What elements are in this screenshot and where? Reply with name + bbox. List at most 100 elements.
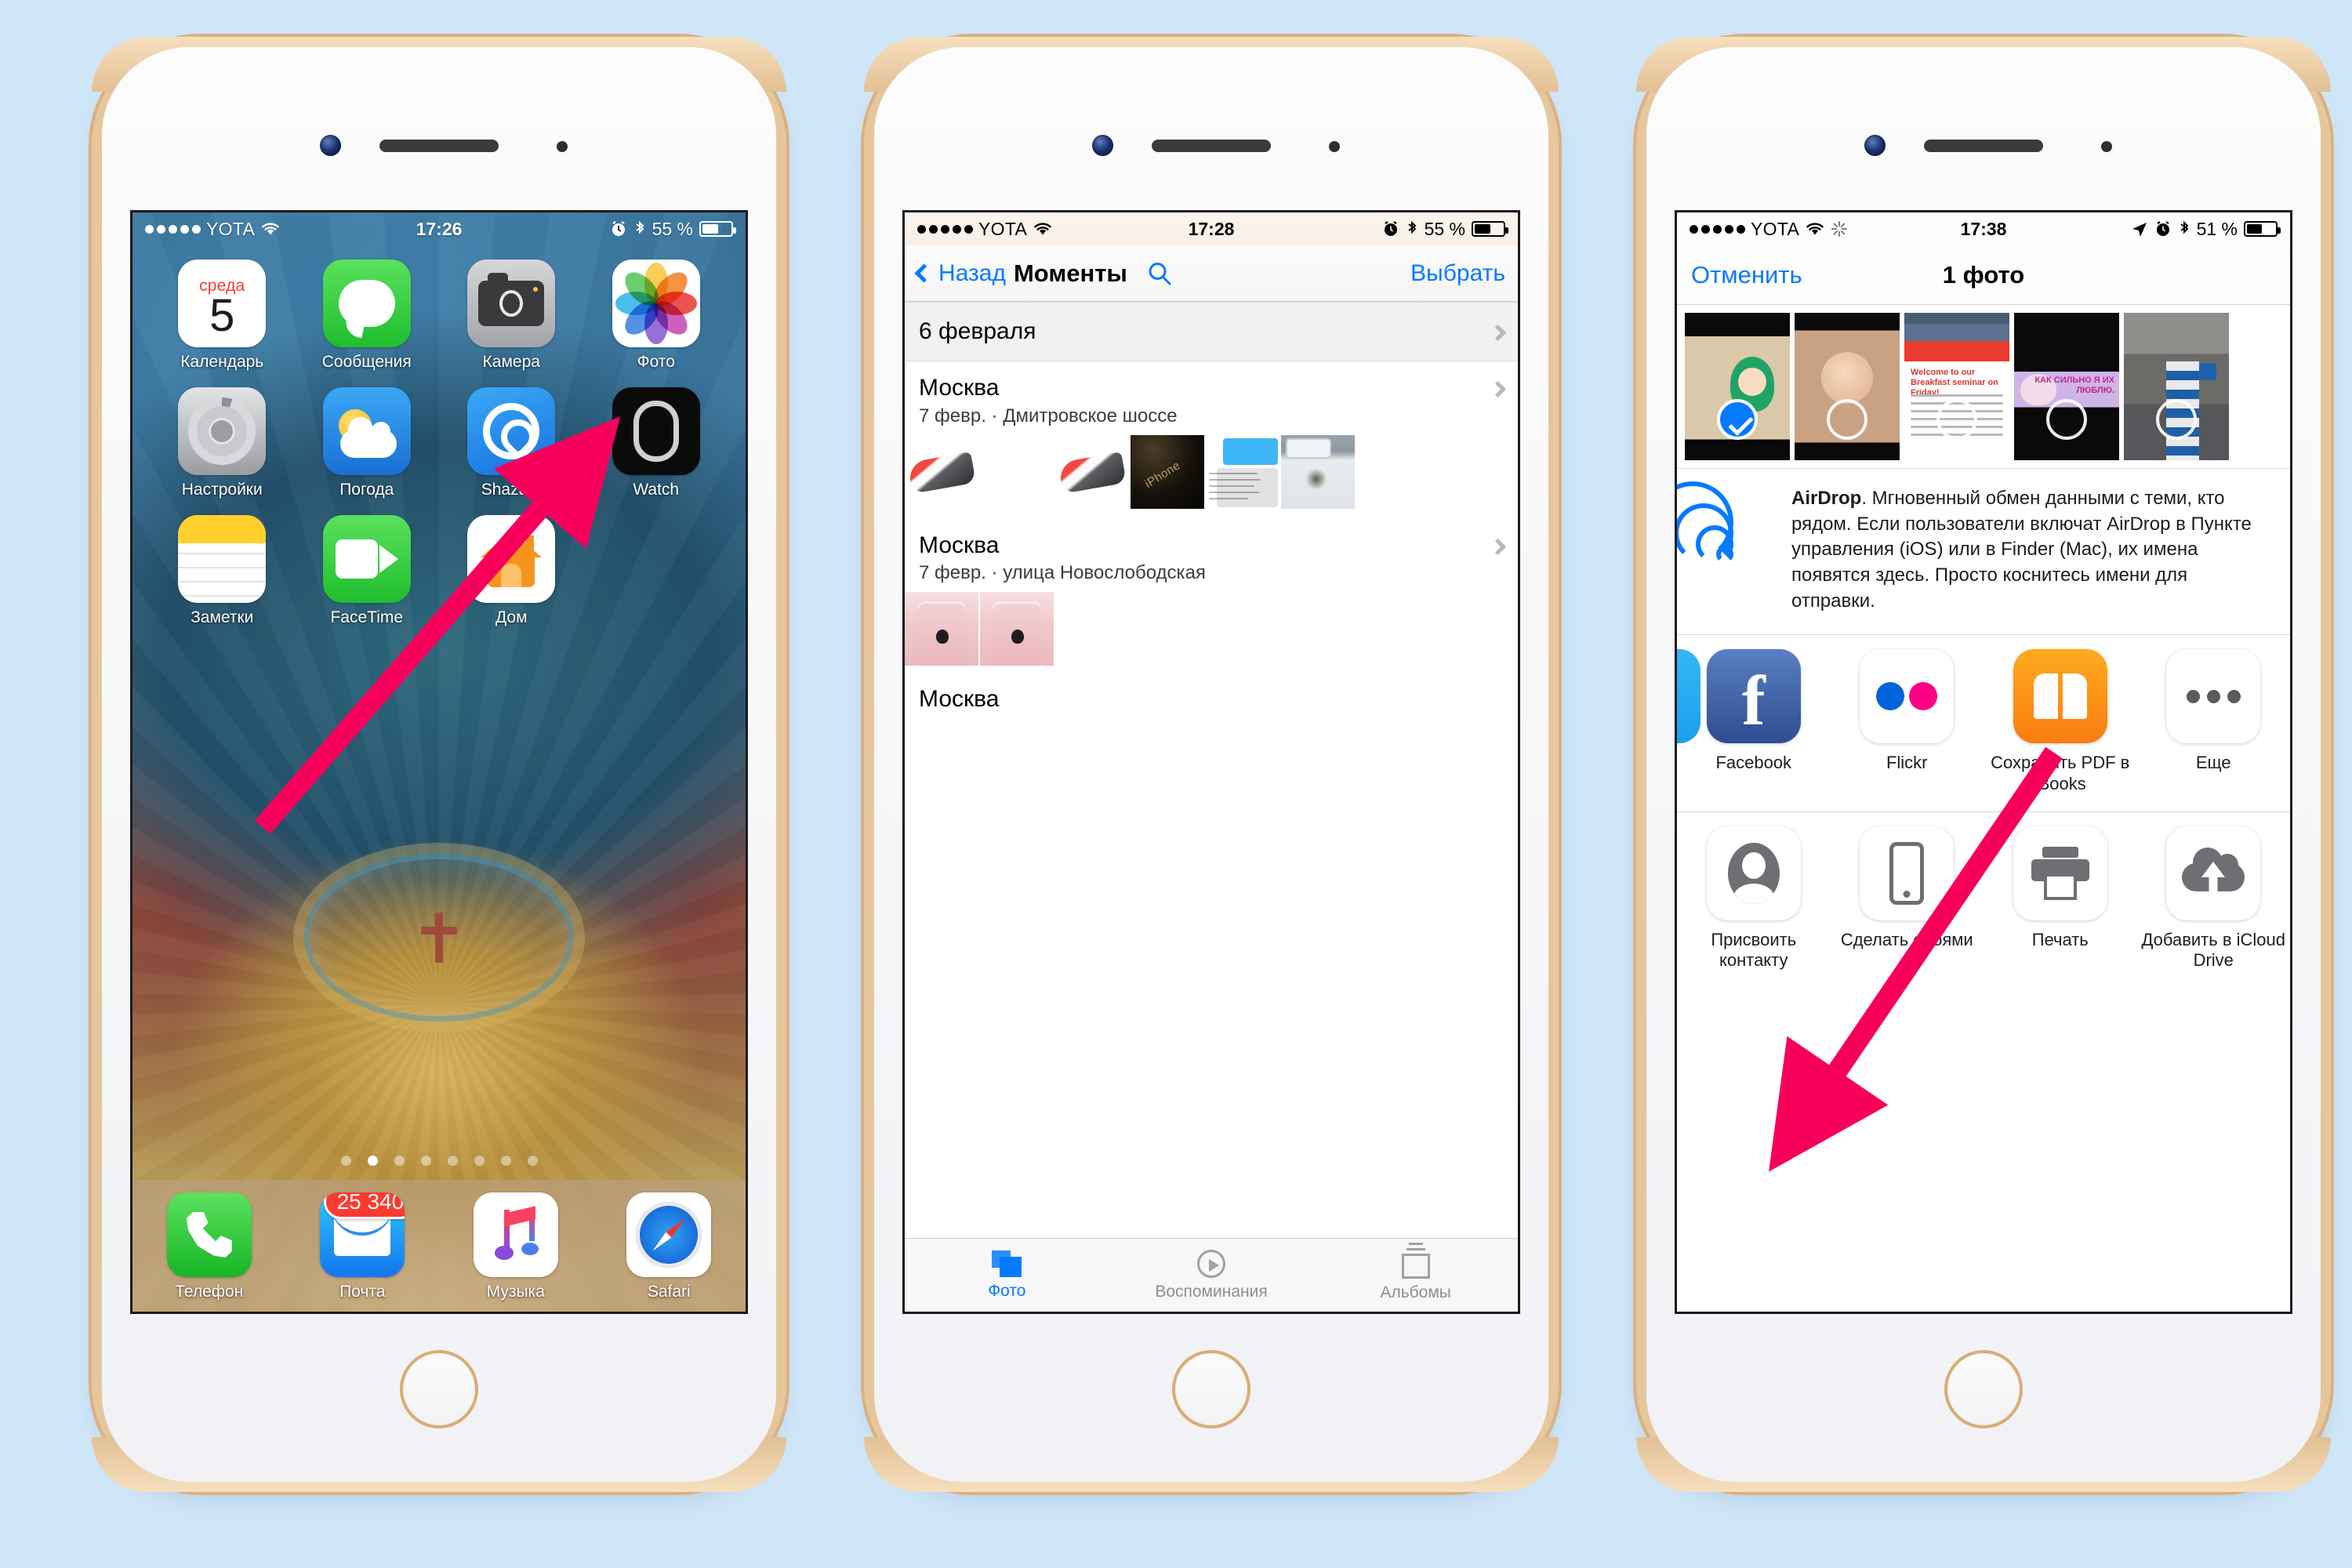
- share-actions-row[interactable]: Присвоить контакту Сделать обоями Печать…: [1677, 811, 2290, 989]
- carrier-label: YOTA: [206, 218, 256, 239]
- tab-albums[interactable]: Альбомы: [1313, 1242, 1518, 1302]
- phone-1-home-screen: YOTA 17:26 55 % среда 5 Календарь Сообще…: [92, 37, 786, 1492]
- photo-thumbnail[interactable]: [980, 434, 1054, 509]
- carrier-label: YOTA: [978, 218, 1028, 239]
- share-app-ibooks[interactable]: Сохранить PDF в iBooks: [1984, 649, 2137, 794]
- share-app-label: Сохранить PDF в iBooks: [1991, 753, 2130, 793]
- share-action-label: Добавить в iCloud Drive: [2141, 929, 2285, 971]
- chevron-right-icon: [1489, 538, 1507, 555]
- back-button[interactable]: Назад: [914, 260, 1006, 287]
- chevron-right-icon: [1489, 380, 1507, 398]
- dock-item-music[interactable]: Музыка: [473, 1192, 558, 1301]
- app-label: Дом: [495, 608, 528, 626]
- strip-thumbnail[interactable]: КАК СИЛЬНО Я ИХ ЛЮБЛЮ.: [2014, 313, 2119, 460]
- app-notes[interactable]: Заметки: [150, 515, 295, 627]
- proximity-sensor-icon: [2101, 141, 2112, 152]
- selected-check-icon[interactable]: [1717, 399, 1758, 440]
- share-apps-row[interactable]: Facebook Flickr Сохранить PDF в iBooks Е…: [1677, 635, 2290, 811]
- select-circle-icon[interactable]: [1827, 399, 1867, 440]
- moment-title: Москва: [919, 686, 1000, 713]
- photos-icon: [612, 260, 700, 347]
- carrier-label: YOTA: [1751, 218, 1800, 239]
- earpiece-speaker: [1924, 140, 2043, 152]
- action-use-as-wallpaper[interactable]: Сделать обоями: [1831, 826, 1984, 971]
- tab-memories[interactable]: Воспоминания: [1109, 1249, 1314, 1301]
- wifi-icon: [262, 223, 279, 235]
- moment-subtitle: 7 февр. · Дмитровское шоссе: [919, 405, 1178, 426]
- phone-face: YOTA 17:26 55 % среда 5 Календарь Сообще…: [102, 47, 776, 1482]
- app-messages[interactable]: Сообщения: [295, 260, 440, 372]
- dock-item-safari[interactable]: Safari: [626, 1192, 712, 1301]
- airdrop-icon: [1677, 481, 1774, 568]
- memories-icon: [1197, 1249, 1225, 1278]
- chevron-right-icon: [1489, 324, 1507, 341]
- dock: Телефон 25 340 Почта Музыка Safari: [132, 1180, 746, 1312]
- strip-thumbnail[interactable]: [1795, 313, 1900, 460]
- photo-thumbnail[interactable]: [905, 434, 978, 509]
- app-watch[interactable]: Watch: [584, 387, 729, 499]
- select-button[interactable]: Выбрать: [1410, 260, 1505, 287]
- location-arrow-icon: [2132, 223, 2147, 237]
- wallpaper-cross-icon: [421, 913, 457, 964]
- select-circle-icon[interactable]: [2046, 399, 2087, 440]
- photo-thumbnail[interactable]: [1055, 434, 1129, 509]
- strip-thumbnail[interactable]: [2124, 313, 2229, 460]
- photo-thumbnail[interactable]: [1281, 434, 1355, 509]
- home-button[interactable]: [1175, 1353, 1247, 1425]
- action-add-to-icloud-drive[interactable]: Добавить в iCloud Drive: [2137, 826, 2291, 971]
- strip-thumbnail[interactable]: [1685, 313, 1790, 460]
- moment-title: 6 февраля: [919, 318, 1036, 344]
- moment-header[interactable]: Москва: [905, 673, 1518, 714]
- action-assign-to-contact[interactable]: Присвоить контакту: [1677, 826, 1831, 971]
- app-photos[interactable]: Фото: [584, 260, 729, 372]
- notes-icon: [178, 515, 267, 603]
- select-circle-icon[interactable]: [1936, 399, 1977, 440]
- page-dots[interactable]: [132, 1156, 746, 1166]
- moment-date-header[interactable]: 6 февраля: [905, 302, 1518, 361]
- settings-icon: [178, 387, 267, 475]
- app-weather[interactable]: Погода: [295, 387, 440, 499]
- search-icon[interactable]: [1146, 260, 1173, 287]
- app-home[interactable]: Дом: [439, 515, 584, 627]
- earpiece-speaker: [379, 140, 499, 152]
- moment-thumbnails: [905, 434, 1518, 516]
- phone-3-share-sheet: YOTA 17:38 51 % Отменить 1 фото Welcome …: [1636, 37, 2331, 1492]
- moment-subtitle: 7 февр. · улица Новослободская: [919, 562, 1206, 584]
- share-app-more[interactable]: Еще: [2137, 649, 2291, 794]
- photo-strip[interactable]: Welcome to our Breakfast seminar on Frid…: [1677, 305, 2290, 469]
- phone-face: YOTA 17:38 51 % Отменить 1 фото Welcome …: [1646, 47, 2321, 1482]
- messages-icon: [322, 260, 411, 347]
- partial-app-icon[interactable]: [1677, 649, 1700, 744]
- app-shazam[interactable]: Shazam: [439, 387, 584, 499]
- action-print[interactable]: Печать: [1984, 826, 2137, 971]
- app-camera[interactable]: Камера: [439, 260, 584, 372]
- alarm-icon: [2156, 221, 2169, 236]
- dock-item-mail[interactable]: 25 340 Почта: [320, 1192, 405, 1301]
- select-circle-icon[interactable]: [2156, 399, 2197, 440]
- dock-item-phone[interactable]: Телефон: [166, 1192, 252, 1301]
- app-settings[interactable]: Настройки: [150, 387, 295, 499]
- photo-thumbnail[interactable]: [1131, 434, 1204, 509]
- proximity-sensor-icon: [557, 141, 568, 152]
- home-button[interactable]: [1947, 1353, 2020, 1425]
- tab-photos[interactable]: Фото: [905, 1250, 1109, 1301]
- strip-thumbnail[interactable]: Welcome to our Breakfast seminar on Frid…: [1904, 313, 2009, 460]
- wifi-icon: [1806, 223, 1824, 235]
- airdrop-description: AirDrop. Мгновенный обмен данными с теми…: [1791, 486, 2274, 614]
- more-icon: [2166, 649, 2261, 744]
- signal-dots-icon: [917, 224, 973, 234]
- share-app-flickr[interactable]: Flickr: [1831, 649, 1984, 794]
- moments-list[interactable]: 6 февраля Москва 7 февр. · Дмитровское ш…: [905, 302, 1518, 1238]
- share-navigation-bar: Отменить 1 фото: [1677, 245, 2290, 305]
- home-button[interactable]: [403, 1353, 475, 1425]
- front-camera-icon: [1864, 135, 1886, 156]
- photo-thumbnail[interactable]: [905, 592, 978, 666]
- app-facetime[interactable]: FaceTime: [295, 515, 440, 627]
- watch-icon: [612, 387, 700, 475]
- moment-header[interactable]: Москва 7 февр. · улица Новослободская: [905, 516, 1518, 593]
- app-calendar[interactable]: среда 5 Календарь: [150, 260, 295, 372]
- photo-thumbnail[interactable]: [980, 592, 1054, 666]
- photo-thumbnail[interactable]: [1206, 434, 1279, 509]
- wifi-icon: [1034, 223, 1051, 235]
- moment-header[interactable]: Москва 7 февр. · Дмитровское шоссе: [905, 361, 1518, 435]
